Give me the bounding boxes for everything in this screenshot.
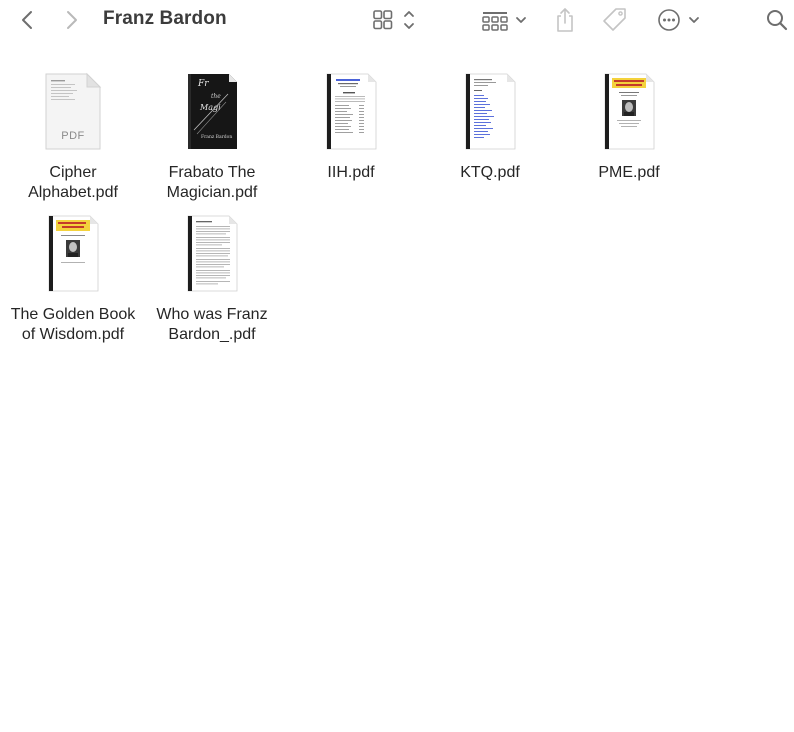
file-label: IIH.pdf	[281, 163, 421, 183]
file-label: KTQ.pdf	[420, 163, 560, 183]
file-item-cipher-alphabet[interactable]: PDF Cipher Alphabet.pdf	[3, 72, 143, 203]
file-label-line: IIH.pdf	[327, 164, 375, 181]
svg-text:Franz Bardon: Franz Bardon	[201, 134, 232, 140]
file-label-line: Frabato The	[168, 164, 256, 181]
pdf-page-thumbnail	[187, 215, 238, 292]
pdf-page-thumbnail	[465, 73, 516, 150]
file-label-line: KTQ.pdf	[460, 164, 520, 181]
pdf-badge: PDF	[61, 130, 85, 142]
file-item-who-was-franz-bardon[interactable]: Who was Franz Bardon_.pdf	[142, 214, 282, 345]
file-label-line: Who was Franz	[156, 306, 268, 323]
file-item-frabato-the-magician[interactable]: Fr the Magi Franz Bardon Frabato The Mag…	[142, 72, 282, 203]
svg-text:the: the	[211, 93, 221, 100]
file-label: PME.pdf	[559, 163, 699, 183]
file-label-line: Alphabet.pdf	[28, 184, 118, 201]
file-item-golden-book-of-wisdom[interactable]: The Golden Book of Wisdom.pdf	[3, 214, 143, 345]
file-label-line: Magician.pdf	[166, 184, 258, 201]
file-item-pme[interactable]: PME.pdf	[559, 72, 699, 183]
pdf-cover-thumbnail: Fr the Magi Franz Bardon	[188, 74, 237, 149]
pdf-page-thumbnail	[48, 215, 99, 292]
file-label: The Golden Book of Wisdom.pdf	[3, 305, 143, 345]
file-label-line: of Wisdom.pdf	[21, 326, 125, 343]
svg-text:Fr: Fr	[197, 79, 209, 89]
file-label-line: PME.pdf	[598, 164, 660, 181]
file-item-iih[interactable]: IIH.pdf	[281, 72, 421, 183]
file-grid: PDF Cipher Alphabet.pdf Fr the Magi Fran…	[0, 0, 794, 732]
pdf-page-thumbnail	[326, 73, 377, 150]
file-label-line: The Golden Book	[10, 306, 136, 323]
file-label: Who was Franz Bardon_.pdf	[142, 305, 282, 345]
file-label: Cipher Alphabet.pdf	[3, 163, 143, 203]
pdf-page-thumbnail	[604, 73, 655, 150]
file-label-line: Cipher	[49, 164, 97, 181]
file-label-line: Bardon_.pdf	[168, 326, 256, 343]
file-item-ktq[interactable]: KTQ.pdf	[420, 72, 560, 183]
file-label: Frabato The Magician.pdf	[142, 163, 282, 203]
